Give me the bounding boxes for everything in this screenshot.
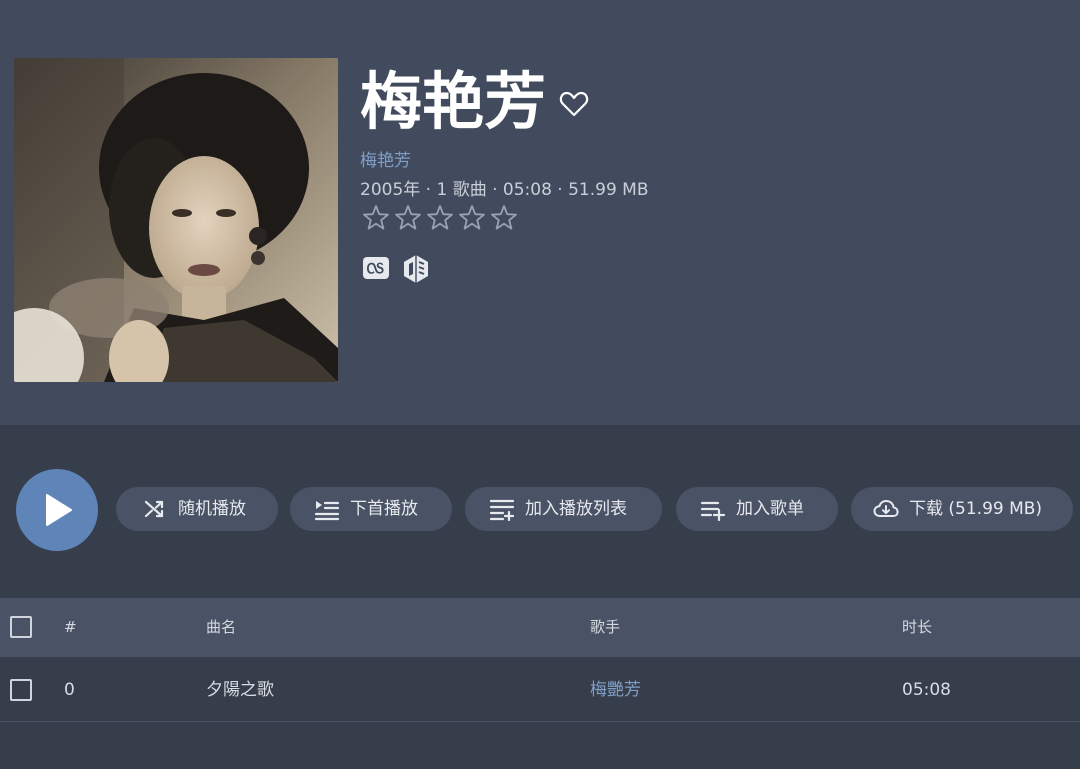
add-to-playlist-label: 加入歌单 — [736, 499, 804, 519]
star-icon[interactable] — [456, 202, 488, 232]
column-header-number[interactable]: # — [64, 598, 77, 657]
play-button[interactable] — [16, 469, 98, 551]
add-to-queue-label: 加入播放列表 — [525, 499, 627, 519]
album-header: 梅艳芳 梅艳芳 2005年 · 1 歌曲 · 05:08 · 51.99 MB — [0, 0, 1080, 425]
download-button[interactable]: 下载 (51.99 MB) — [851, 487, 1073, 531]
play-next-icon — [314, 501, 340, 521]
column-header-duration[interactable]: 时长 — [902, 598, 932, 657]
shuffle-play-button[interactable]: 随机播放 — [116, 487, 278, 531]
lastfm-icon[interactable] — [360, 252, 392, 284]
track-table-header: # 曲名 歌手 时长 — [0, 598, 1080, 657]
row-checkbox[interactable] — [10, 679, 32, 701]
playlist-add-icon — [700, 501, 726, 521]
star-icon[interactable] — [392, 202, 424, 232]
album-artist-link[interactable]: 梅艳芳 — [360, 146, 411, 171]
album-cover-portrait — [14, 58, 338, 382]
queue-add-icon — [489, 499, 515, 521]
play-icon — [46, 494, 72, 526]
download-label: 下载 (51.99 MB) — [909, 499, 1043, 519]
add-to-playlist-button[interactable]: 加入歌单 — [676, 487, 838, 531]
track-number: 0 — [64, 680, 75, 700]
play-next-button[interactable]: 下首播放 — [290, 487, 452, 531]
album-cover-image — [14, 58, 338, 382]
shuffle-play-label: 随机播放 — [178, 499, 246, 519]
star-icon[interactable] — [360, 202, 392, 232]
star-icon[interactable] — [488, 202, 520, 232]
track-title[interactable]: 夕陽之歌 — [206, 659, 274, 721]
album-page: 梅艳芳 梅艳芳 2005年 · 1 歌曲 · 05:08 · 51.99 MB — [0, 0, 1080, 769]
star-icon[interactable] — [424, 202, 456, 232]
cloud-download-icon — [873, 500, 899, 517]
album-title: 梅艳芳 — [360, 65, 547, 138]
track-artist-link[interactable]: 梅艷芳 — [590, 659, 641, 721]
play-next-label: 下首播放 — [350, 499, 418, 519]
column-header-artist[interactable]: 歌手 — [590, 598, 620, 657]
track-duration: 05:08 — [902, 680, 951, 700]
select-all-checkbox[interactable] — [10, 616, 32, 638]
album-meta: 2005年 · 1 歌曲 · 05:08 · 51.99 MB — [360, 180, 649, 200]
column-header-title[interactable]: 曲名 — [206, 598, 236, 657]
rating-stars[interactable] — [360, 202, 520, 232]
musicbrainz-icon[interactable] — [400, 252, 432, 284]
external-links — [360, 252, 440, 284]
add-to-queue-button[interactable]: 加入播放列表 — [465, 487, 662, 531]
shuffle-icon — [144, 500, 164, 518]
table-row[interactable]: 0 夕陽之歌 梅艷芳 05:08 — [0, 659, 1080, 722]
heart-icon[interactable] — [558, 89, 590, 119]
